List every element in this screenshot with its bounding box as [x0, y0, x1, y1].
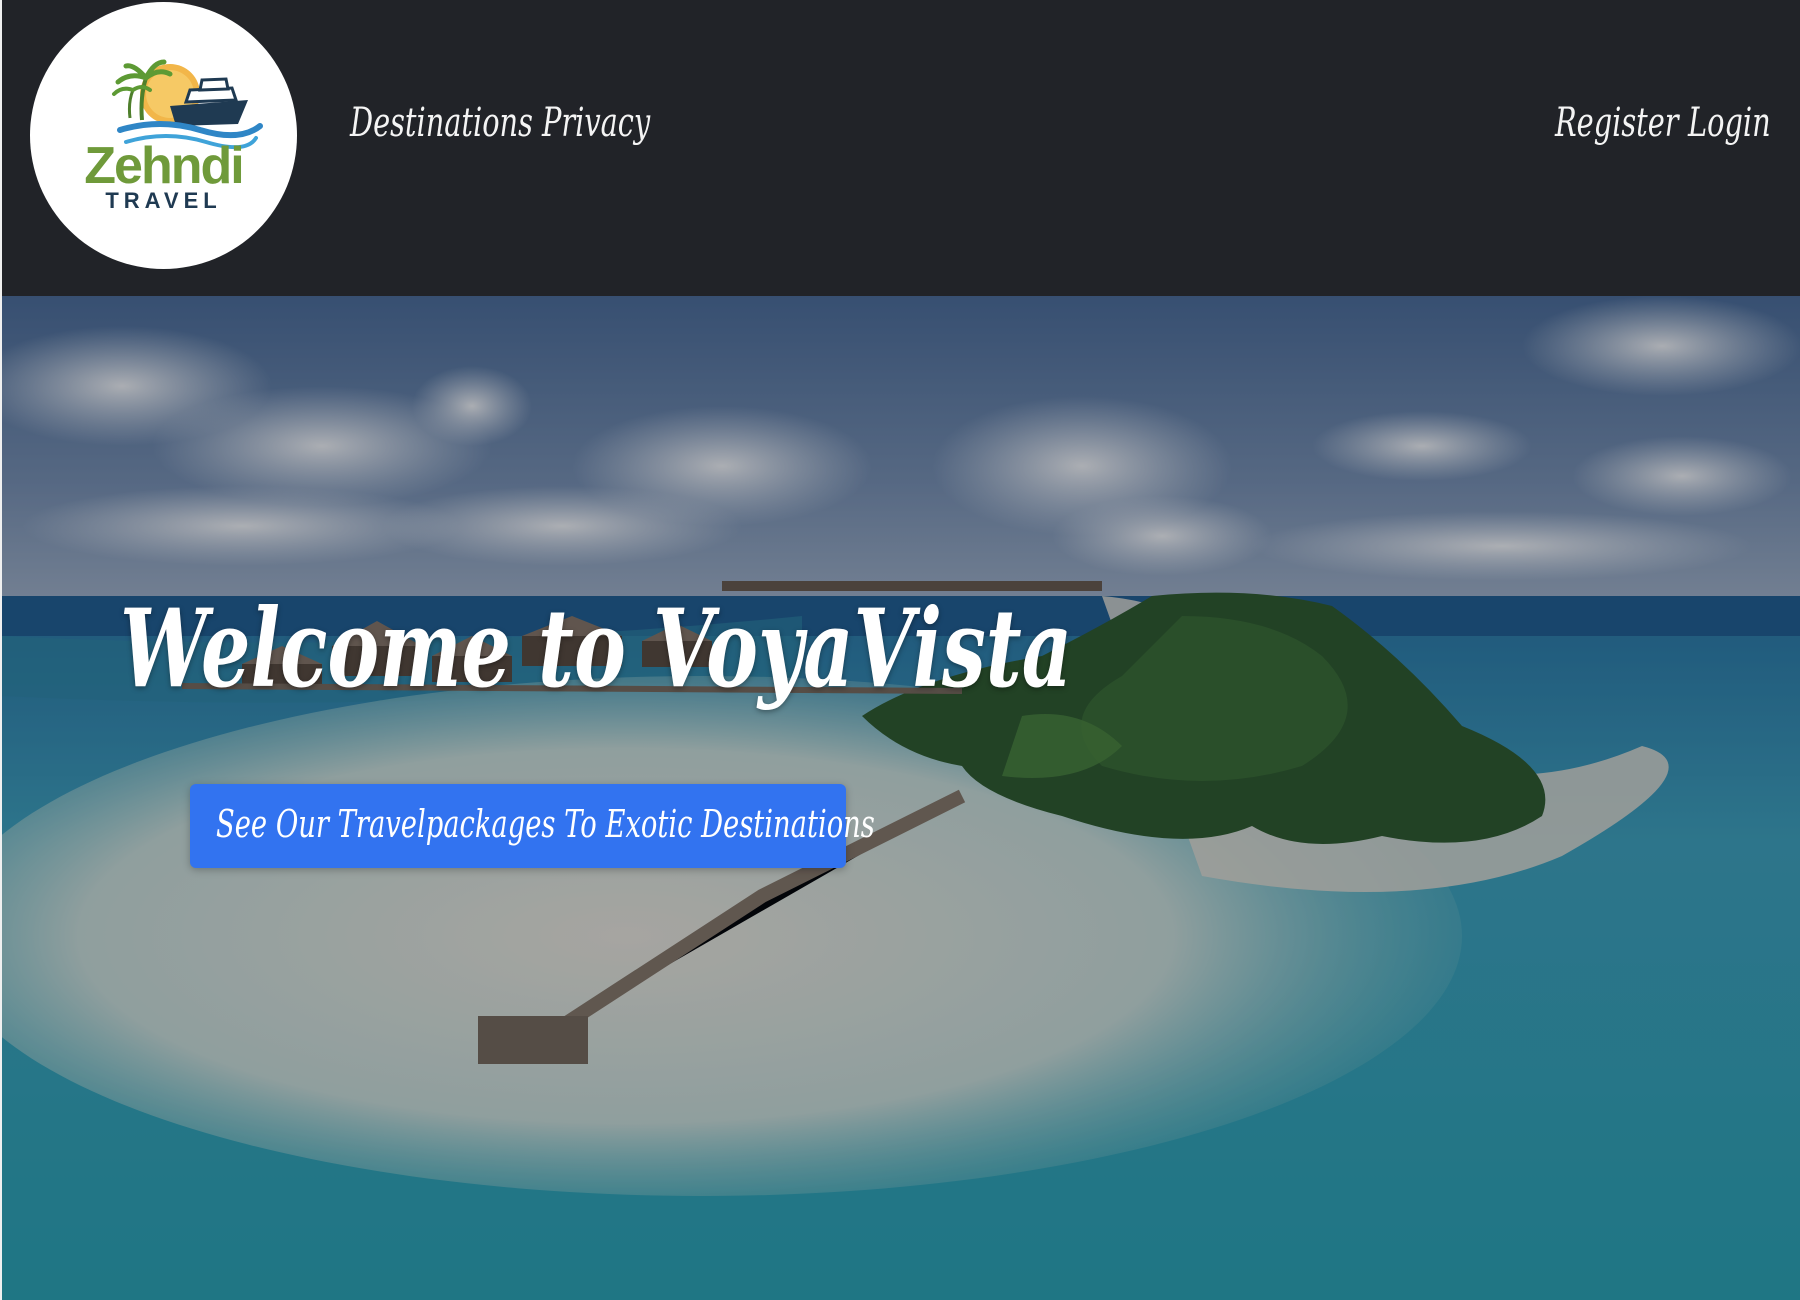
- nav-link-register[interactable]: Register: [1555, 100, 1679, 146]
- hero-section: Welcome to VoyaVista See Our Travelpacka…: [0, 296, 1800, 1300]
- nav-link-login[interactable]: Login: [1688, 100, 1771, 146]
- logo-brand-text: Zehndi: [84, 137, 244, 195]
- see-travel-packages-button[interactable]: See Our Travelpackages To Exotic Destina…: [190, 784, 875, 868]
- nav-link-destinations[interactable]: Destinations: [350, 100, 533, 146]
- nav-link-privacy[interactable]: Privacy: [542, 100, 650, 146]
- logo-tagline-text: TRAVEL: [105, 188, 222, 213]
- page: Zehndi TRAVEL Destinations Privacy Regis…: [0, 0, 1800, 1300]
- logo-home-link[interactable]: Zehndi TRAVEL: [30, 2, 297, 269]
- see-travel-packages-button-label: See Our Travelpackages To Exotic Destina…: [216, 802, 875, 846]
- hero-title: Welcome to VoyaVista: [120, 586, 1073, 712]
- navbar: Zehndi TRAVEL Destinations Privacy Regis…: [0, 0, 1800, 296]
